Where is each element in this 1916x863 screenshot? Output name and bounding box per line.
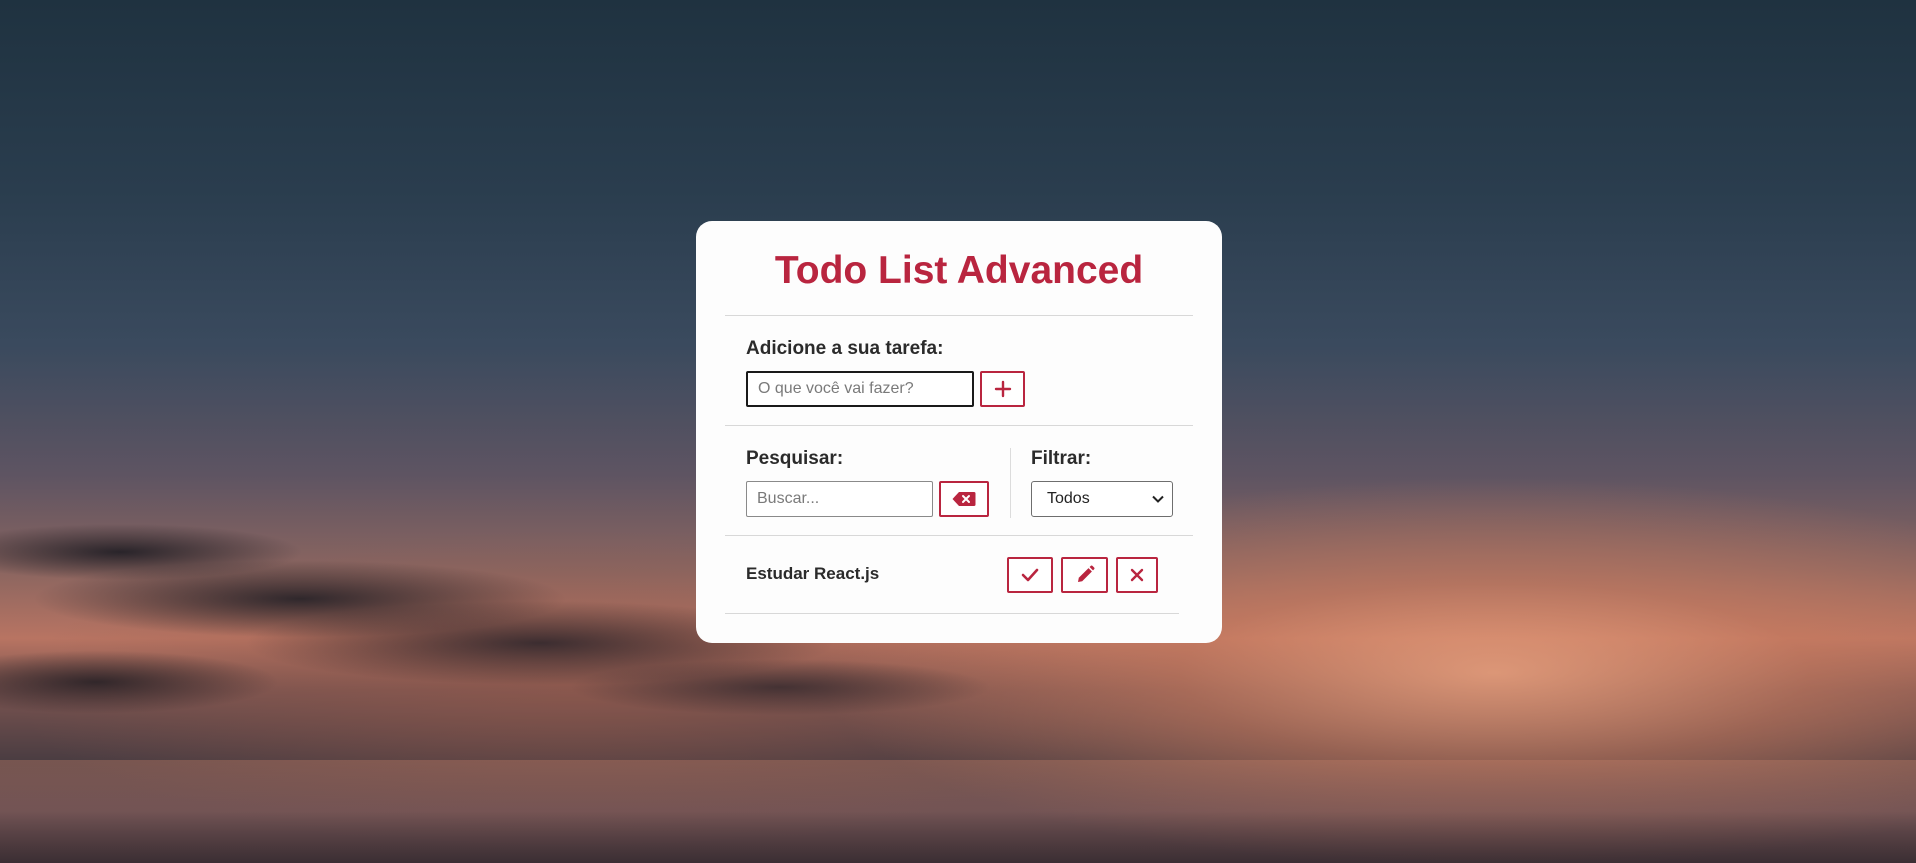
- add-task-button[interactable]: [980, 371, 1025, 407]
- filter-select[interactable]: Todos: [1031, 481, 1173, 517]
- page-title: Todo List Advanced: [774, 249, 1144, 292]
- x-icon: [1130, 568, 1144, 582]
- edit-todo-button[interactable]: [1061, 557, 1108, 593]
- todo-item-text: Estudar React.js: [746, 564, 880, 583]
- complete-todo-button[interactable]: [1007, 557, 1053, 593]
- clear-search-button[interactable]: [939, 481, 989, 517]
- chevron-down-icon: [1152, 490, 1164, 508]
- backspace-icon: [952, 491, 976, 507]
- delete-todo-button[interactable]: [1116, 557, 1158, 593]
- add-task-label: Adicione a sua tarefa:: [746, 338, 944, 359]
- divider: [725, 535, 1193, 536]
- divider: [725, 613, 1179, 614]
- section-divider: [1010, 448, 1011, 518]
- new-task-input[interactable]: [746, 371, 974, 407]
- divider: [725, 315, 1193, 316]
- divider: [725, 425, 1193, 426]
- filter-selected-value: Todos: [1047, 490, 1090, 507]
- check-icon: [1021, 568, 1039, 582]
- todo-card: Todo List Advanced Adicione a sua tarefa…: [696, 221, 1222, 643]
- search-input[interactable]: [746, 481, 933, 517]
- search-label: Pesquisar:: [746, 448, 844, 469]
- filter-label: Filtrar:: [1031, 448, 1092, 469]
- plus-icon: [994, 380, 1012, 398]
- pencil-icon: [1075, 565, 1095, 585]
